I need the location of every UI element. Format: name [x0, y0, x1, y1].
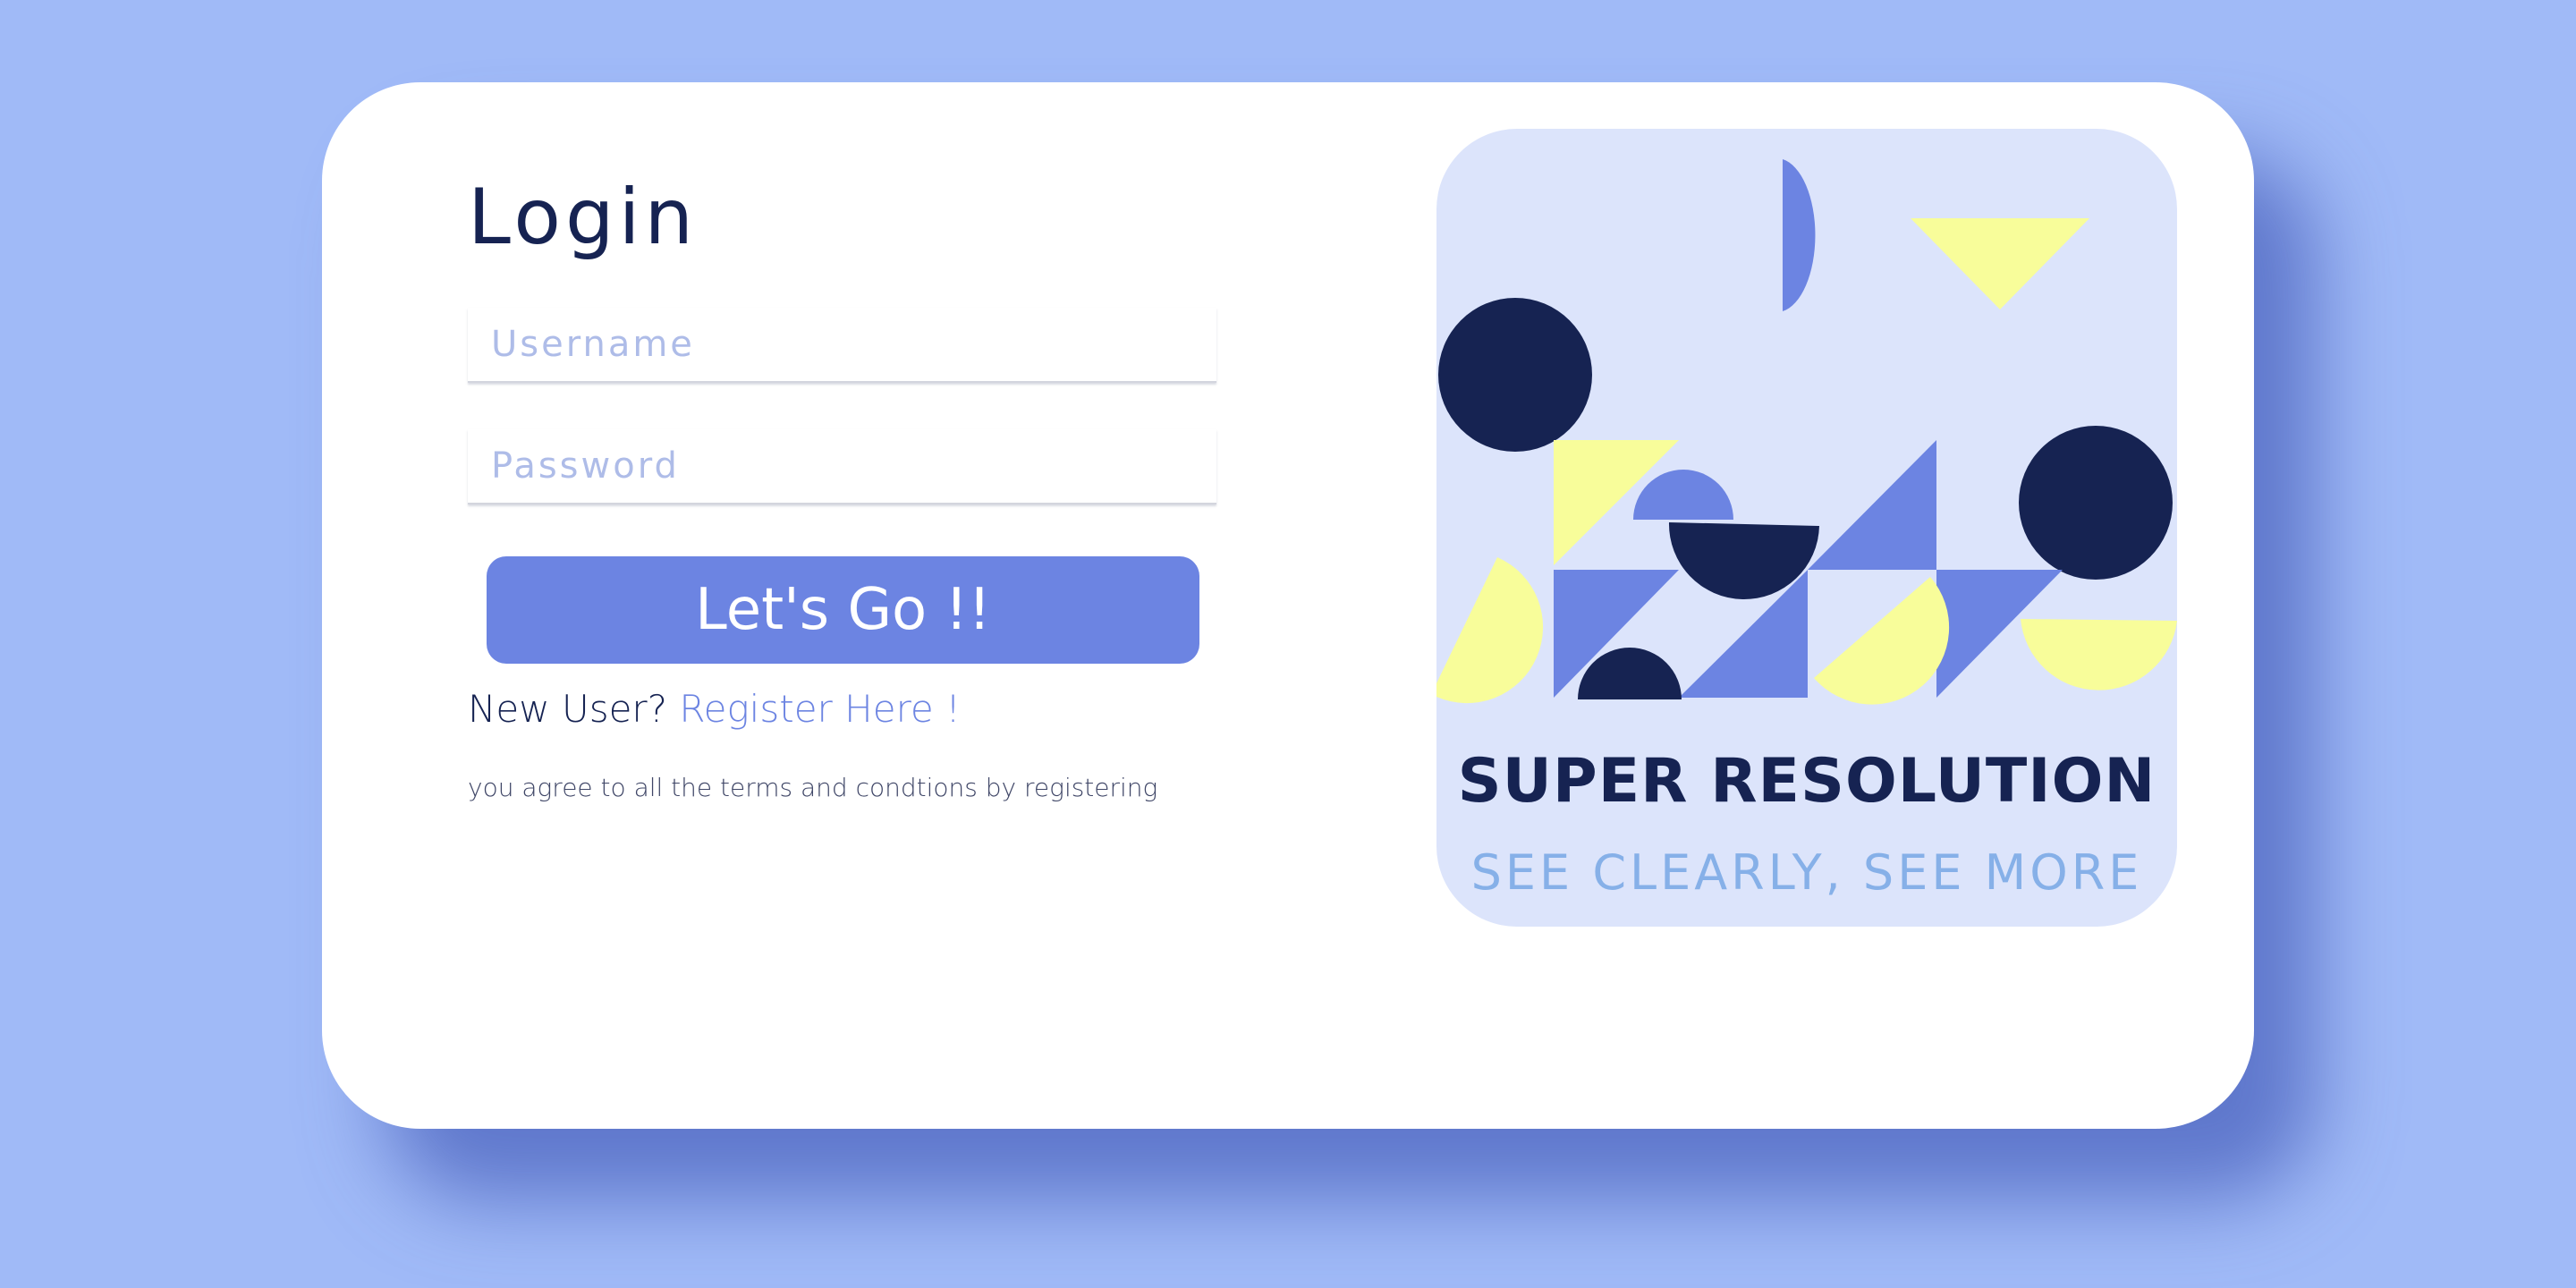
yellow-half-right	[2021, 619, 2177, 691]
brand-panel: SUPER RESOLUTION SEE CLEARLY, SEE MORE	[1436, 129, 2177, 927]
yellow-quarter-left	[1436, 557, 1544, 704]
brand-title: SUPER RESOLUTION	[1457, 746, 2157, 817]
half-disc-top	[1783, 159, 1816, 311]
triangle-block-3	[1808, 440, 1936, 570]
username-input[interactable]	[468, 308, 1216, 383]
login-card: Login Let's Go !! New User? Register Her…	[322, 82, 2254, 1129]
half-circle-small	[1633, 470, 1733, 520]
yellow-quarter-center	[1814, 577, 1950, 705]
submit-button[interactable]: Let's Go !!	[487, 556, 1199, 664]
page-title: Login	[468, 173, 699, 262]
password-input[interactable]	[468, 429, 1216, 504]
brand-tagline: SEE CLEARLY, SEE MORE	[1470, 844, 2143, 901]
new-user-label: New User?	[468, 687, 680, 731]
yellow-triangle-top	[1911, 218, 2089, 309]
navy-circle-right	[2019, 426, 2173, 580]
register-link[interactable]: Register Here !	[679, 687, 961, 731]
terms-note: you agree to all the terms and condtions…	[468, 773, 1158, 802]
register-prompt: New User? Register Here !	[468, 687, 961, 731]
navy-circle-left	[1438, 298, 1592, 452]
